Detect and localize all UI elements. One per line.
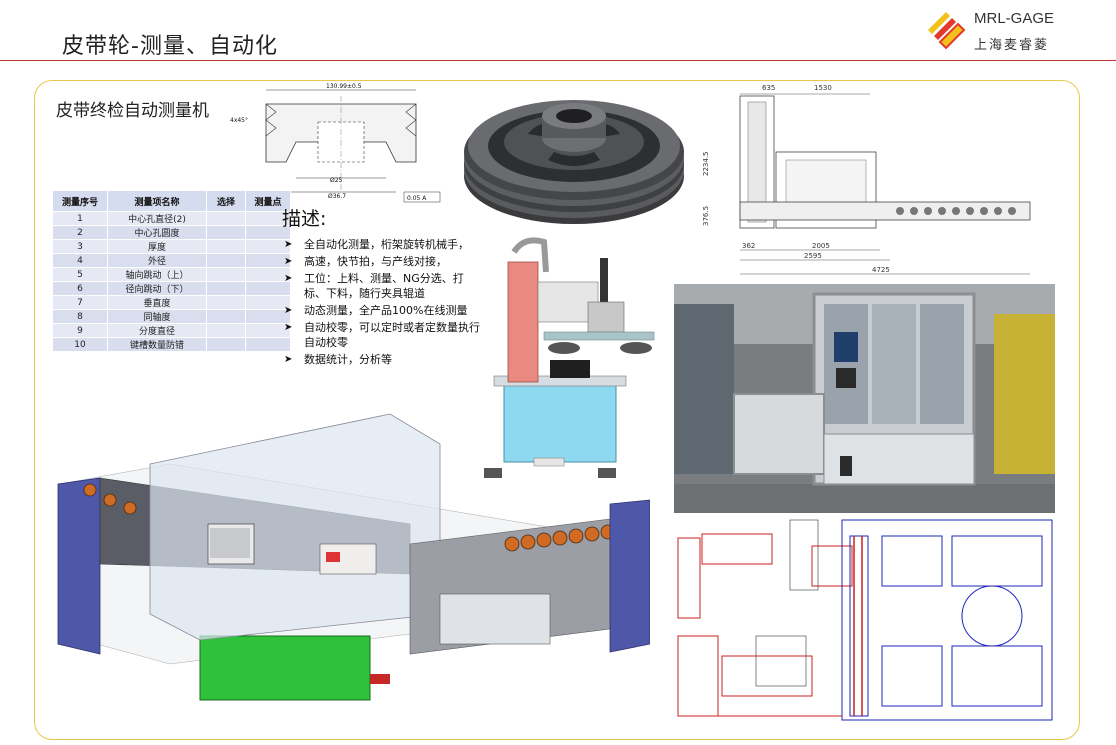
cell-item: 垂直度 (107, 295, 207, 310)
table-row: 2 中心孔圆度 (52, 225, 291, 240)
drawing-dim-bottom2: Ø36.7 (328, 193, 346, 200)
description-item-text: 工位：上料、测量、NG分选、打标、下料，随行夹具辊道 (304, 272, 464, 300)
machine-render (57, 413, 650, 701)
machine-photo-image (674, 284, 1055, 513)
cell-index: 8 (52, 309, 108, 324)
table-row: 4 外径 (52, 253, 291, 268)
layout-dim-362: 362 (742, 242, 755, 250)
header-select: 选择 (206, 190, 246, 212)
header-item: 测量项名称 (107, 190, 207, 212)
arrow-bullet-icon: ➤ (284, 322, 293, 333)
machine-photo (674, 284, 1055, 513)
drawing-dim-left: 4x45° (230, 117, 248, 124)
cell-select[interactable] (206, 281, 246, 296)
description-item-text: 数据统计，分析等 (304, 353, 392, 366)
description-item-text: 自动校零，可以定时或者定数量执行自动校零 (304, 321, 480, 349)
layout-dim-2234: 2234.5 (702, 152, 710, 177)
cell-index: 6 (52, 281, 108, 296)
logo-text-cn: 上海麦睿菱 (974, 38, 1050, 53)
description-item: ➤ 动态测量，全产品100%在线测量 (282, 303, 482, 318)
table-row: 7 垂直度 (52, 295, 291, 310)
description-block: 描述: ➤ 全自动化测量，桁架旋转机械手， ➤ 高速，快节拍，与产线对接， ➤ 工位：… (282, 204, 482, 369)
cell-index: 3 (52, 239, 108, 254)
layout-dim-376: 376.5 (702, 206, 710, 226)
arrow-bullet-icon: ➤ (284, 256, 293, 267)
cell-index: 9 (52, 323, 108, 338)
header-index: 测量序号 (52, 190, 108, 212)
arrow-bullet-icon: ➤ (284, 305, 293, 316)
cell-item: 径向跳动（下） (107, 281, 207, 296)
title-divider (0, 60, 1116, 61)
description-item: ➤ 自动校零，可以定时或者定数量执行自动校零 (282, 320, 482, 350)
cell-select[interactable] (206, 211, 246, 226)
table-row: 10 键槽数量防错 (52, 337, 291, 352)
arrow-bullet-icon: ➤ (284, 354, 293, 365)
description-item-text: 全自动化测量，桁架旋转机械手， (304, 238, 469, 251)
table-row: 9 分度直径 (52, 323, 291, 338)
drawing-dim-bottom1: Ø25 (330, 177, 343, 184)
cell-select[interactable] (206, 239, 246, 254)
description-item: ➤ 工位：上料、测量、NG分选、打标、下料，随行夹具辊道 (282, 271, 482, 301)
description-title: 描述: (282, 208, 327, 230)
cell-item: 外径 (107, 253, 207, 268)
table-row: 3 厚度 (52, 239, 291, 254)
table-row: 8 同轴度 (52, 309, 291, 324)
section-title: 皮带终检自动测量机 (56, 101, 209, 121)
cell-select[interactable] (206, 267, 246, 282)
cell-select[interactable] (206, 253, 246, 268)
measurement-table: 测量序号 测量项名称 选择 测量点 1 中心孔直径(2) 2 中心孔圆度 3 厚度 4… (52, 190, 291, 352)
layout-dim-1530: 1530 (814, 84, 832, 92)
layout-dim-2595: 2595 (804, 252, 822, 260)
table-row: 6 径向跳动（下） (52, 281, 291, 296)
cell-select[interactable] (206, 337, 246, 352)
cell-item: 分度直径 (107, 323, 207, 338)
table-row: 5 轴向跳动（上） (52, 267, 291, 282)
pulley-render (464, 100, 684, 224)
cell-item: 同轴度 (107, 309, 207, 324)
layout-dim-4725: 4725 (872, 266, 890, 274)
description-item-text: 高速，快节拍，与产线对接， (304, 255, 447, 268)
cell-select[interactable] (206, 225, 246, 240)
cell-index: 1 (52, 211, 108, 226)
description-item: ➤ 全自动化测量，桁架旋转机械手， (282, 237, 482, 252)
cell-item: 键槽数量防错 (107, 337, 207, 352)
page-title: 皮带轮-测量、自动化 (62, 34, 278, 59)
cell-index: 10 (52, 337, 108, 352)
mrl-gage-logo-icon (928, 12, 966, 50)
description-item: ➤ 数据统计，分析等 (282, 352, 482, 367)
cell-select[interactable] (206, 309, 246, 324)
cell-select[interactable] (206, 295, 246, 310)
electrical-layout-drawing (662, 516, 1062, 726)
logo-text-en: MRL-GAGE (974, 10, 1055, 27)
description-item-text: 动态测量，全产品100%在线测量 (304, 304, 468, 317)
layout-drawing: 635 1530 2234.5 376.5 362 2005 2595 4725 (700, 82, 1040, 282)
cell-select[interactable] (206, 323, 246, 338)
cell-item: 中心孔圆度 (107, 225, 207, 240)
company-logo: MRL-GAGE 上海麦睿菱 (924, 8, 1104, 56)
cell-item: 中心孔直径(2) (107, 211, 207, 226)
cell-index: 4 (52, 253, 108, 268)
cell-item: 厚度 (107, 239, 207, 254)
cell-index: 2 (52, 225, 108, 240)
description-list: ➤ 全自动化测量，桁架旋转机械手， ➤ 高速，快节拍，与产线对接， ➤ 工位：上料、测… (282, 237, 482, 367)
layout-dim-2005: 2005 (812, 242, 830, 250)
arrow-bullet-icon: ➤ (284, 273, 293, 284)
table-header-row: 测量序号 测量项名称 选择 测量点 (52, 190, 291, 212)
description-item: ➤ 高速，快节拍，与产线对接， (282, 254, 482, 269)
cell-item: 轴向跳动（上） (107, 267, 207, 282)
table-row: 1 中心孔直径(2) (52, 211, 291, 226)
arrow-bullet-icon: ➤ (284, 239, 293, 250)
drawing-dim-right: 0.05 A (407, 195, 427, 202)
drawing-dim-top: 130.99±0.5 (326, 83, 362, 90)
cell-index: 5 (52, 267, 108, 282)
cell-index: 7 (52, 295, 108, 310)
layout-dim-635: 635 (762, 84, 775, 92)
